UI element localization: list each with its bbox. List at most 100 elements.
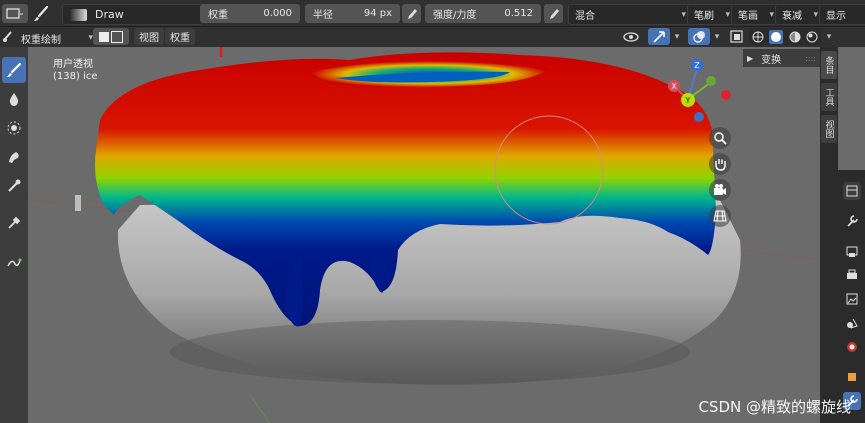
blend-mode-dropdown[interactable]: 混合 ▾ (568, 4, 691, 25)
pan-button[interactable] (709, 153, 731, 175)
solid-shading-button[interactable] (769, 29, 784, 44)
display-menu[interactable]: 显示 (819, 4, 865, 25)
average-icon (7, 121, 21, 135)
zoom-icon (714, 132, 727, 145)
blend-mode-label: 混合 (575, 11, 595, 22)
tab-tool-props[interactable] (843, 212, 861, 230)
stroke-menu[interactable]: 笔画 ▾ (731, 4, 779, 25)
brush-menu[interactable]: 笔刷 ▾ (687, 4, 735, 25)
weight-field[interactable]: 权重 0.000 (200, 4, 300, 23)
gradient-tool-button[interactable] (2, 173, 26, 199)
hand-icon (715, 159, 726, 171)
camera-button[interactable] (709, 179, 731, 201)
overlays-button[interactable] (688, 28, 710, 45)
world-icon (847, 342, 857, 352)
chevron-down-icon: ▾ (813, 9, 818, 20)
properties-tabs (838, 170, 865, 423)
paint-brush-icon[interactable] (33, 5, 51, 23)
camera-icon (714, 184, 726, 195)
tab-item[interactable]: 条目 (821, 51, 837, 79)
gizmo-y-label: Y (685, 96, 691, 105)
tab-scene[interactable] (843, 314, 861, 332)
gizmo-toggle-button[interactable] (648, 28, 670, 45)
drag-handle-icon[interactable]: :::: (805, 54, 816, 63)
strength-field[interactable]: 强度/力度 0.512 (425, 4, 541, 23)
printer-icon (847, 269, 857, 279)
left-toolbar (0, 47, 28, 423)
tab-tool[interactable]: 工具 (821, 83, 837, 111)
render-icon (846, 246, 858, 257)
sample-weight-tool-button[interactable] (2, 210, 26, 236)
tab-view[interactable]: 视图 (821, 115, 837, 143)
gizmo-neg-y (706, 76, 716, 86)
gizmo-neg-x (721, 90, 731, 100)
xray-button[interactable] (727, 28, 745, 45)
radius-field[interactable]: 半径 94 px (305, 4, 400, 23)
weights-menu[interactable]: 权重 (165, 28, 195, 45)
pen-pressure-icon (549, 8, 559, 19)
view-menu[interactable]: 视图 (134, 28, 164, 45)
strength-label: 强度/力度 (433, 10, 477, 21)
chevron-down-icon[interactable]: ▾ (822, 28, 836, 45)
gizmo-x-label: X (671, 82, 677, 91)
object-label: (138) ice (53, 71, 98, 82)
tool-header: Draw 权重 0.000 半径 94 px 强度/力度 0.512 混合 ▾ … (0, 0, 865, 27)
wireframe-shading-icon[interactable] (752, 31, 764, 43)
vertex-mask-icon (111, 30, 123, 43)
chevron-right-icon: ▶ (747, 53, 754, 63)
mode-selector[interactable]: 权重绘制 ▾ (14, 28, 98, 48)
navigation-gizmo[interactable]: Z X Y (660, 57, 740, 137)
chevron-down-icon[interactable]: ▾ (710, 28, 724, 45)
tab-view-layer[interactable] (843, 290, 861, 308)
rendered-shading-icon[interactable] (806, 31, 818, 43)
zoom-button[interactable] (709, 127, 731, 149)
tab-object[interactable] (843, 368, 861, 386)
gizmo-z-label: Z (694, 61, 700, 70)
chevron-down-icon: ▾ (769, 9, 774, 20)
visibility-button[interactable] (618, 28, 644, 45)
falloff-menu[interactable]: 衰减 ▾ (775, 4, 823, 25)
material-shading-icon[interactable] (789, 31, 801, 43)
donut-shadow (170, 320, 690, 384)
blur-tool-button[interactable] (2, 86, 26, 112)
editor-type-icon (6, 7, 23, 19)
weight-label: 权重 (208, 10, 228, 21)
chevron-down-icon: ▾ (725, 9, 730, 20)
brush-name: Draw (95, 8, 124, 21)
paint-mask-toggle[interactable] (93, 28, 129, 45)
transform-panel-header[interactable]: ▶ 变换 :::: (743, 49, 820, 67)
radius-pressure-button[interactable] (402, 4, 421, 23)
chevron-down-icon[interactable]: ▾ (670, 28, 684, 45)
object-icon (848, 373, 856, 381)
tab-output[interactable] (843, 266, 861, 284)
weight-value: 0.000 (263, 8, 292, 19)
3d-viewport[interactable]: 用户透视 (138) ice Z X Y ▶ 变换 :::: (28, 47, 836, 423)
tab-world[interactable] (843, 338, 861, 356)
mode-label: 权重绘制 (21, 34, 61, 46)
annotate-tool-button[interactable] (2, 249, 26, 275)
draw-tool-button[interactable] (2, 57, 26, 83)
tab-item-label: 条目 (823, 56, 834, 74)
transform-label: 变换 (761, 54, 782, 66)
properties-editor-icon (846, 185, 858, 197)
brush-selector[interactable]: Draw (62, 4, 203, 25)
small-object (75, 195, 81, 211)
brush-preview-icon (69, 8, 87, 21)
average-tool-button[interactable] (2, 115, 26, 141)
strength-pressure-button[interactable] (544, 4, 563, 23)
shading-mode-group (749, 28, 821, 45)
view-menu-label: 视图 (139, 33, 159, 44)
wrench-icon (847, 215, 858, 227)
ortho-toggle-button[interactable] (709, 205, 731, 227)
chevron-down-icon: ▾ (681, 9, 686, 20)
tab-render[interactable] (843, 242, 861, 260)
editor-type-button[interactable] (843, 182, 861, 200)
pen-pressure-icon (407, 8, 417, 19)
properties-gap (838, 47, 865, 170)
gradient-icon (8, 179, 21, 192)
solid-shading-icon (771, 31, 782, 42)
smear-icon (9, 152, 19, 163)
smear-tool-button[interactable] (2, 144, 26, 170)
editor-type-button[interactable] (2, 4, 28, 23)
watermark-text: CSDN @精致的螺旋线 (698, 398, 851, 416)
